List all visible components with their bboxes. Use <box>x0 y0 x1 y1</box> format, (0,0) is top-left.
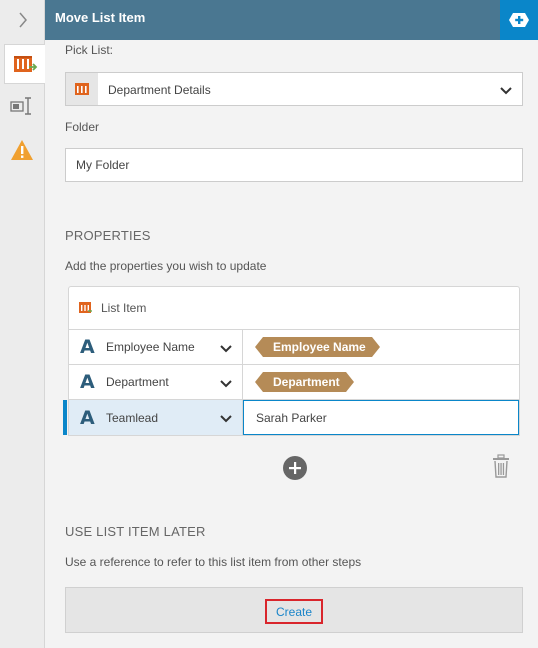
text-field-icon: A <box>80 406 95 429</box>
list-item-icon <box>79 302 92 313</box>
panel-title: Move List Item <box>55 10 146 25</box>
property-name-cell[interactable]: A Teamlead <box>69 400 243 435</box>
use-later-description: Use a reference to refer to this list it… <box>65 555 362 569</box>
property-value-cell[interactable]: Employee Name <box>243 330 519 364</box>
pick-list-select[interactable]: Department Details <box>65 72 523 106</box>
plus-icon <box>289 462 301 474</box>
property-name-cell[interactable]: A Department <box>69 365 243 399</box>
chevron-right-icon[interactable] <box>0 0 45 40</box>
chevron-down-icon[interactable] <box>220 377 232 391</box>
text-field-icon: A <box>80 371 95 393</box>
create-button[interactable]: Create <box>265 599 323 624</box>
folder-label: Folder <box>65 120 100 134</box>
add-step-icon <box>509 13 529 27</box>
left-rail <box>0 0 46 648</box>
chevron-down-icon <box>500 84 512 98</box>
selection-indicator <box>63 400 67 435</box>
property-name: Teamlead <box>106 410 159 425</box>
list-icon <box>66 73 98 105</box>
panel-header: Move List Item <box>45 0 538 40</box>
list-move-icon[interactable] <box>4 44 46 84</box>
properties-title: PROPERTIES <box>65 228 151 243</box>
properties-icon[interactable] <box>4 86 40 126</box>
pick-list-label: Pick List: <box>65 43 114 57</box>
add-step-button[interactable] <box>500 0 538 40</box>
text-field-icon: A <box>80 336 95 358</box>
table-header: List Item <box>69 287 519 330</box>
property-value-input[interactable]: Sarah Parker <box>243 400 519 435</box>
properties-table: List Item A Employee Name Employee Name … <box>63 286 520 436</box>
add-property-button[interactable] <box>283 456 307 480</box>
main-panel: Pick List: Department Details Folder My … <box>45 40 538 648</box>
property-row-employee-name[interactable]: A Employee Name Employee Name <box>69 330 519 365</box>
property-row-teamlead[interactable]: A Teamlead Sarah Parker <box>63 400 519 435</box>
use-later-title: USE LIST ITEM LATER <box>65 524 206 539</box>
folder-input[interactable]: My Folder <box>65 148 523 182</box>
chevron-down-icon[interactable] <box>220 342 232 356</box>
pick-list-value: Department Details <box>108 83 211 97</box>
properties-description: Add the properties you wish to update <box>65 259 267 273</box>
warning-icon[interactable] <box>4 130 40 170</box>
property-name: Employee Name <box>106 340 195 354</box>
property-token[interactable]: Department <box>255 372 354 392</box>
property-row-department[interactable]: A Department Department <box>69 365 519 400</box>
create-reference-area: Create <box>65 587 523 633</box>
trash-icon[interactable] <box>492 454 510 481</box>
property-name: Department <box>106 375 169 389</box>
table-header-label: List Item <box>101 301 147 315</box>
property-name-cell[interactable]: A Employee Name <box>69 330 243 364</box>
chevron-down-icon[interactable] <box>220 412 232 426</box>
property-token[interactable]: Employee Name <box>255 337 380 357</box>
property-value-cell[interactable]: Department <box>243 365 519 399</box>
